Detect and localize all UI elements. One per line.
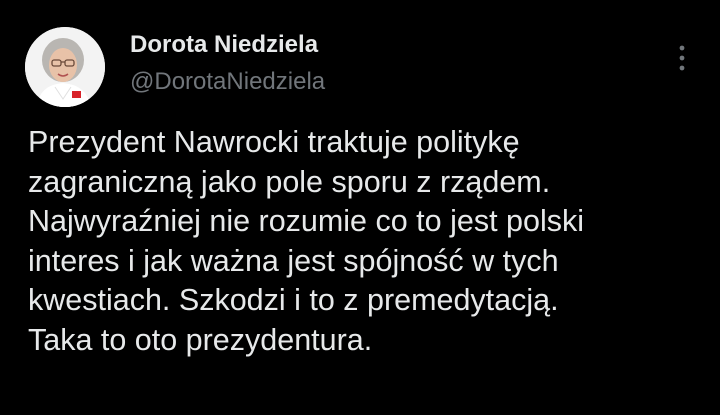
tweet-card: Dorota Niedziela @DorotaNiedziela Prezyd… bbox=[0, 0, 720, 415]
author-avatar[interactable] bbox=[25, 27, 105, 107]
profile-photo-icon bbox=[25, 27, 105, 107]
more-vertical-icon bbox=[679, 45, 685, 71]
author-info: Dorota Niedziela @DorotaNiedziela bbox=[130, 30, 325, 97]
tweet-text: Prezydent Nawrocki traktuje politykę zag… bbox=[28, 125, 584, 357]
more-options-button[interactable] bbox=[668, 40, 696, 76]
author-display-name[interactable]: Dorota Niedziela bbox=[130, 30, 325, 60]
author-handle[interactable]: @DorotaNiedziela bbox=[130, 67, 325, 97]
